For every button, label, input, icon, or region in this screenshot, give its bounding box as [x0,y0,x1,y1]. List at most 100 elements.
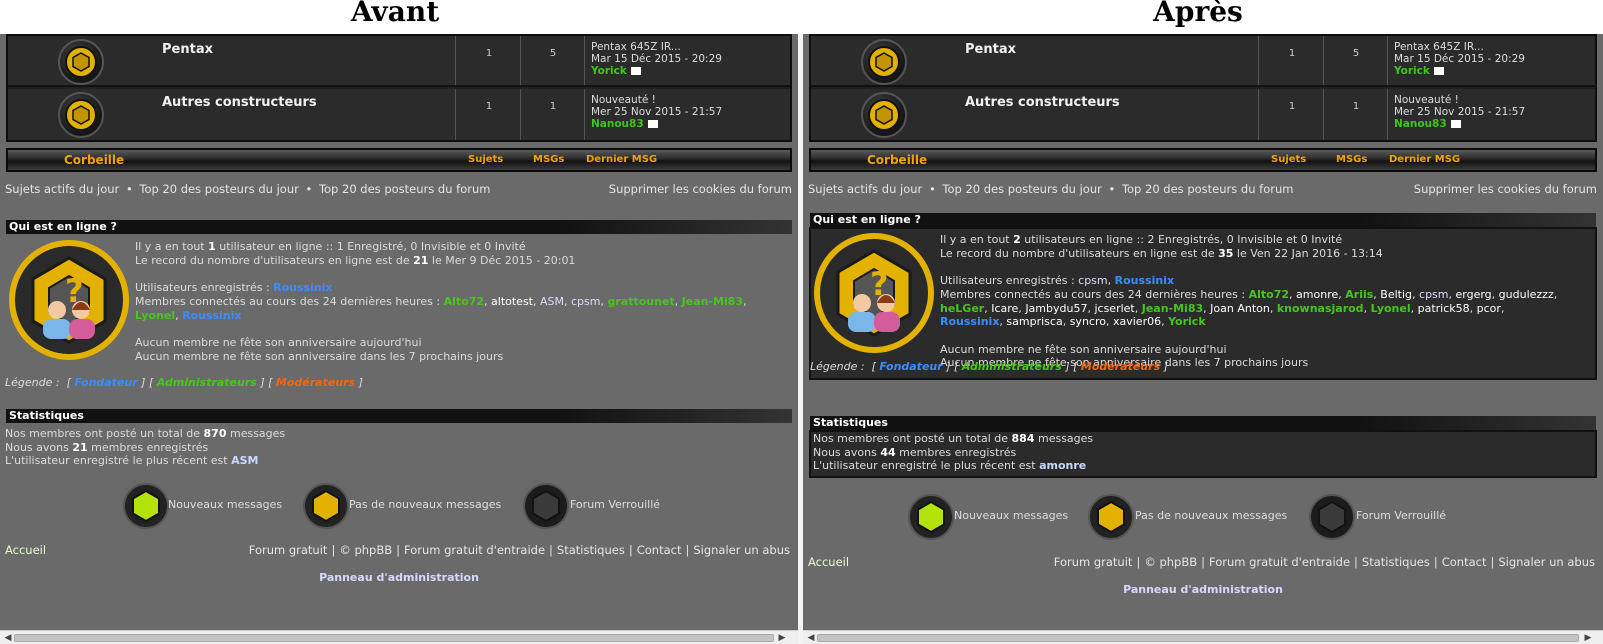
last-post-title[interactable]: Pentax 645Z IR... [1394,41,1525,53]
who-online-logo: ? [9,240,129,360]
legend-founder[interactable]: Fondateur [879,360,942,373]
no-new-messages-icon [302,482,350,530]
forum-messages-count: 5 [549,48,557,59]
forum-last-post: Nouveauté ! Mer 25 Nov 2015 - 21:57 Nano… [591,94,722,130]
scroll-left-icon[interactable]: ◀ [806,633,816,643]
last-post-date: Mar 15 Déc 2015 - 20:29 [1394,53,1525,65]
forum-topics-count: 1 [485,101,493,112]
link-top-day[interactable]: Top 20 des posteurs du jour [942,182,1101,196]
statistics-title: Statistiques [6,409,792,423]
footer-links: Forum gratuit | © phpBB | Forum gratuit d'en… [248,543,790,557]
scrollbar-thumb[interactable] [14,634,774,642]
link-top-day[interactable]: Top 20 des posteurs du jour [139,182,298,196]
col-last-message: Dernier MSG [586,154,658,165]
legend-mods[interactable]: Modérateurs [1081,360,1160,373]
col-last-message: Dernier MSG [1389,154,1461,165]
forum-topics-count: 1 [1288,48,1296,59]
link-delete-cookies[interactable]: Supprimer les cookies du forum [609,182,792,196]
last-post-title[interactable]: Pentax 645Z IR... [591,41,722,53]
forum-locked-icon [1308,493,1356,541]
forum-row-autres[interactable]: Autres constructeurs 1 1 Nouveauté ! Mer… [8,89,790,140]
link-top-forum[interactable]: Top 20 des posteurs du forum [319,182,491,196]
pane-after: Pentax 1 5 Pentax 645Z IR... Mar 15 Déc … [803,34,1603,630]
statistics-body: Nos membres ont posté un total de 884 me… [809,430,1597,478]
statistics-title: Statistiques [810,416,1596,430]
last-post-date: Mar 15 Déc 2015 - 20:29 [591,53,722,65]
legend-admins[interactable]: Administrateurs [157,376,257,389]
admin-panel-link[interactable]: Panneau d'administration [803,583,1603,596]
last-post-user[interactable]: Nanou83 [1394,118,1447,130]
who-online-body: ? Il y a en tout 1 utilisateur en ligne … [6,236,792,376]
last-post-date: Mer 25 Nov 2015 - 21:57 [591,106,723,118]
link-delete-cookies[interactable]: Supprimer les cookies du forum [1414,182,1597,196]
user-link[interactable]: Roussinix [273,281,332,294]
category-title[interactable]: Corbeille [64,153,124,167]
scroll-left-icon[interactable]: ◀ [3,633,13,643]
who-online-title: Qui est en ligne ? [810,213,1596,227]
goto-post-icon[interactable] [1433,67,1444,75]
link-active-topics[interactable]: Sujets actifs du jour [5,182,119,196]
last-post-user[interactable]: Yorick [591,65,627,77]
forum-title[interactable]: Pentax [162,42,213,57]
newest-user[interactable]: amonre [1039,459,1086,472]
forum-last-post: Nouveauté ! Mer 25 Nov 2015 - 21:57 Nano… [1394,94,1525,130]
last-post-user[interactable]: Yorick [1394,65,1430,77]
forum-last-post: Pentax 645Z IR... Mar 15 Déc 2015 - 20:2… [591,41,722,77]
who-online-logo: ? [814,233,934,353]
admin-panel-link[interactable]: Panneau d'administration [0,571,798,584]
forum-messages-count: 1 [1352,101,1360,112]
forum-messages-count: 1 [549,101,557,112]
aperture-icon [861,39,907,85]
col-topics: Sujets [1271,154,1307,165]
pane-before: Pentax 1 5 Pentax 645Z IR... Mar 15 Déc … [0,34,798,630]
forum-list: Pentax 1 5 Pentax 645Z IR... Mar 15 Déc … [6,34,792,142]
new-messages-icon [907,493,955,541]
footer-home-link[interactable]: Accueil [5,543,46,557]
statistics-body: Nos membres ont posté un total de 870 me… [5,427,286,468]
forum-title[interactable]: Pentax [965,42,1016,57]
last-post-title[interactable]: Nouveauté ! [591,94,722,106]
category-corbeille: Corbeille Sujets MSGs Dernier MSG [6,148,792,172]
status-legend: Nouveaux messages Pas de nouveaux messag… [803,493,1603,543]
forum-topics-count: 1 [485,48,493,59]
forum-topics-count: 1 [1288,101,1296,112]
category-corbeille: Corbeille Sujets MSGs Dernier MSG [809,148,1597,172]
horizontal-scrollbar-after[interactable]: ◀ ▶ [803,630,1603,644]
who-online-text: Il y a en tout 2 utilisateurs en ligne :… [940,233,1558,370]
link-top-forum[interactable]: Top 20 des posteurs du forum [1122,182,1294,196]
horizontal-scrollbar-before[interactable]: ◀ ▶ [0,630,798,644]
goto-post-icon[interactable] [1450,120,1461,128]
legend-founder[interactable]: Fondateur [74,376,137,389]
legend-admins[interactable]: Administrateurs [962,360,1062,373]
heading-before: Avant [0,0,790,34]
newest-user[interactable]: ASM [231,454,258,467]
forum-title[interactable]: Autres constructeurs [965,95,1120,110]
link-active-topics[interactable]: Sujets actifs du jour [808,182,922,196]
aperture-icon [58,39,104,85]
legend-mods[interactable]: Modérateurs [276,376,355,389]
category-title[interactable]: Corbeille [867,153,927,167]
last-post-user[interactable]: Nanou83 [591,118,644,130]
forum-row-pentax[interactable]: Pentax 1 5 Pentax 645Z IR... Mar 15 Déc … [8,36,790,87]
goto-post-icon[interactable] [647,120,658,128]
who-online-text: Il y a en tout 1 utilisateur en ligne ::… [135,240,747,363]
footer-links: Forum gratuit | © phpBB | Forum gratuit d'en… [1053,555,1595,569]
forum-row-autres[interactable]: Autres constructeurs 1 1 Nouveauté ! Mer… [811,89,1595,140]
scroll-right-icon[interactable]: ▶ [777,633,787,643]
col-messages: MSGs [533,154,565,165]
footer-home-link[interactable]: Accueil [808,555,849,569]
aperture-icon [58,92,104,138]
scrollbar-thumb[interactable] [817,634,1579,642]
quick-links: Sujets actifs du jour • Top 20 des poste… [5,182,792,196]
no-new-messages-icon [1087,493,1135,541]
quick-links: Sujets actifs du jour • Top 20 des poste… [808,182,1597,196]
last-post-title[interactable]: Nouveauté ! [1394,94,1525,106]
col-topics: Sujets [468,154,504,165]
legend: Légende : [ Fondateur ] [ Administrateur… [5,376,363,389]
legend: Légende : [ Fondateur ] [ Administrateur… [810,360,1168,373]
forum-row-pentax[interactable]: Pentax 1 5 Pentax 645Z IR... Mar 15 Déc … [811,36,1595,87]
scroll-right-icon[interactable]: ▶ [1583,633,1593,643]
forum-title[interactable]: Autres constructeurs [162,95,317,110]
goto-post-icon[interactable] [630,67,641,75]
forum-locked-icon [522,482,570,530]
